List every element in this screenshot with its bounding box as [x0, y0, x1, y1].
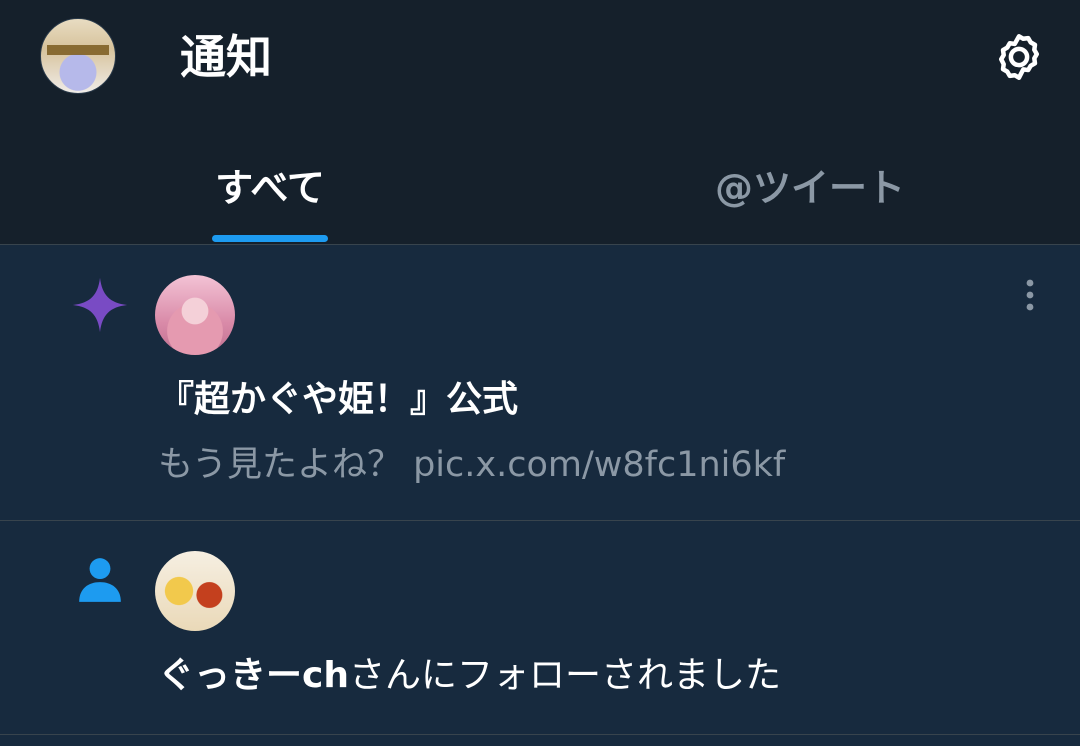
user-avatar[interactable]: [155, 275, 235, 355]
sparkle-icon: [68, 273, 132, 337]
notification-user-name[interactable]: 『超かぐや姫！』公式: [158, 373, 518, 427]
follower-name[interactable]: ぐっきーch: [158, 655, 349, 696]
user-avatar[interactable]: [155, 551, 235, 631]
row-divider: [0, 734, 1080, 735]
account-avatar[interactable]: [40, 18, 116, 94]
active-tab-indicator: [212, 235, 328, 242]
person-icon: [72, 551, 128, 607]
tab-mentions[interactable]: @ツイート: [640, 158, 980, 218]
settings-button[interactable]: [990, 28, 1048, 86]
notification-item[interactable]: ぐっきーchさんにフォローされました: [0, 521, 1080, 734]
more-options-button[interactable]: [1014, 275, 1046, 315]
more-vertical-icon: [1026, 279, 1034, 311]
follow-message: ぐっきーchさんにフォローされました: [158, 649, 781, 703]
tab-all[interactable]: すべて: [170, 158, 370, 218]
header-bar: 通知 すべて @ツイート: [0, 0, 1080, 244]
gear-icon: [998, 34, 1040, 80]
notification-item[interactable]: 『超かぐや姫！』公式 もう見たよね？ pic.x.com/w8fc1ni6kf: [0, 245, 1080, 520]
notification-text: もう見たよね？ pic.x.com/w8fc1ni6kf: [158, 445, 786, 485]
page-title: 通知: [180, 30, 272, 84]
follow-text: さんにフォローされました: [348, 655, 781, 696]
avatar-banner-strip: [47, 45, 109, 55]
